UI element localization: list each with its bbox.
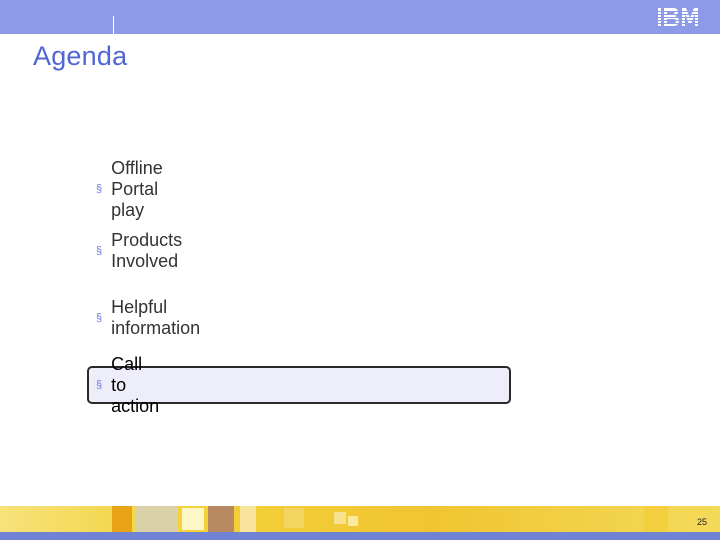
bullet-marker-icon: § bbox=[96, 378, 103, 391]
footer-decoration bbox=[136, 506, 178, 532]
header-divider bbox=[113, 16, 114, 34]
footer-decoration bbox=[284, 508, 304, 528]
bullet-marker-icon: § bbox=[96, 182, 103, 195]
footer-decoration bbox=[348, 516, 358, 526]
agenda-item-label: Products Involved bbox=[111, 230, 183, 271]
ibm-logo bbox=[658, 8, 708, 26]
agenda-item: § Offline Portal play bbox=[96, 158, 163, 220]
footer-decoration bbox=[182, 508, 204, 530]
footer-decoration bbox=[208, 506, 234, 532]
agenda-item-label: Offline Portal play bbox=[111, 157, 163, 220]
agenda-item-label: Helpful information bbox=[111, 297, 201, 338]
agenda-item: § Helpful information bbox=[96, 297, 200, 338]
footer-band bbox=[0, 506, 720, 532]
header-bar bbox=[0, 0, 720, 34]
agenda-item-current: § Call to action bbox=[96, 354, 159, 416]
footer-stripe bbox=[0, 532, 720, 540]
agenda-item: § Products Involved bbox=[96, 230, 182, 271]
bullet-marker-icon: § bbox=[96, 244, 103, 257]
page-number: 25 bbox=[696, 517, 707, 527]
agenda-item-label: Call to action bbox=[111, 353, 160, 416]
footer-decoration bbox=[644, 506, 668, 532]
slide-title: Agenda bbox=[33, 41, 128, 71]
footer-decoration bbox=[112, 506, 132, 532]
footer-decoration bbox=[334, 512, 346, 524]
footer-decoration bbox=[240, 506, 256, 532]
bullet-marker-icon: § bbox=[96, 311, 103, 324]
